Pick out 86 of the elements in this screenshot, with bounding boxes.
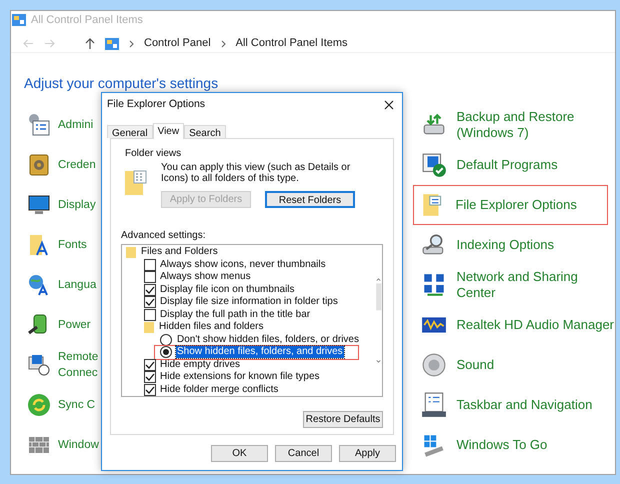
checkbox[interactable] bbox=[144, 284, 156, 296]
option-label: Display file size information in folder tips bbox=[160, 296, 338, 308]
tree-label: Files and Folders bbox=[141, 246, 218, 258]
monitor-icon bbox=[27, 193, 51, 217]
remote-computer-icon bbox=[27, 353, 51, 377]
speaker-icon bbox=[421, 352, 448, 378]
item-link[interactable]: Remote bbox=[58, 349, 98, 365]
item-row[interactable]: Default Programs bbox=[419, 145, 559, 185]
option-label: Always show menus bbox=[160, 271, 251, 284]
item-link[interactable]: Admini bbox=[58, 117, 94, 133]
item-link[interactable]: Backup and Restore bbox=[456, 109, 574, 125]
item-row[interactable]: Network and Sharing Center bbox=[419, 265, 579, 305]
item-row[interactable]: Sound bbox=[419, 345, 496, 385]
taskbar-icon bbox=[421, 392, 448, 418]
item-link[interactable]: Display bbox=[58, 197, 96, 213]
sync-icon bbox=[27, 393, 51, 417]
folder-icon bbox=[126, 246, 136, 258]
restore-defaults-button[interactable]: Restore Defaults bbox=[303, 411, 383, 428]
option-label: Display file icon on thumbnails bbox=[160, 284, 295, 296]
dialog-button[interactable]: OK bbox=[211, 445, 268, 462]
item-link[interactable]: Fonts bbox=[58, 237, 87, 253]
breadcrumb-link[interactable]: All Control Panel Items bbox=[236, 35, 348, 52]
option-label: Always show icons, never thumbnails bbox=[160, 258, 326, 271]
checkbox[interactable] bbox=[144, 384, 156, 396]
folder-icon bbox=[144, 322, 154, 333]
item-link[interactable]: Indexing Options bbox=[456, 237, 554, 253]
dialog-button[interactable]: Cancel bbox=[275, 445, 332, 462]
option-label: Don't show hidden files, folders, or drives bbox=[176, 334, 360, 346]
dialog-title: File Explorer Options bbox=[107, 97, 206, 112]
option-label: Hide empty drives bbox=[160, 358, 240, 371]
checkbox[interactable] bbox=[144, 271, 156, 284]
chevron-icon bbox=[220, 40, 226, 48]
item-link[interactable]: Creden bbox=[58, 157, 96, 173]
item-link[interactable]: Realtek HD Audio Manager bbox=[456, 317, 614, 333]
item-link[interactable]: Connec bbox=[58, 365, 98, 381]
group-label: Folder views bbox=[125, 147, 182, 161]
breadcrumb-link[interactable]: Control Panel bbox=[144, 35, 211, 52]
window-title: All Control Panel Items bbox=[31, 12, 143, 28]
radio-button[interactable] bbox=[160, 334, 172, 346]
checkbox[interactable] bbox=[144, 308, 156, 321]
advanced-settings-label: Advanced settings: bbox=[121, 229, 206, 243]
safe-icon bbox=[27, 153, 51, 177]
item-row[interactable]: Realtek HD Audio Manager bbox=[419, 305, 615, 345]
checkbox[interactable] bbox=[144, 371, 156, 384]
folder-views-text: You can apply this view (such as Details or Icons) to all folders of this type. bbox=[161, 162, 352, 184]
item-row[interactable]: Backup and Restore (Windows 7) bbox=[419, 105, 576, 145]
checkbox[interactable] bbox=[144, 296, 156, 308]
item-link[interactable]: Default Programs bbox=[456, 157, 558, 173]
item-link[interactable]: Window bbox=[58, 437, 99, 453]
item-link[interactable]: (Windows 7) bbox=[456, 125, 574, 141]
option-label: Display the full path in the title bar bbox=[160, 308, 310, 321]
item-link[interactable]: Power bbox=[58, 317, 91, 333]
checklist-gear-icon bbox=[27, 113, 51, 137]
up-arrow-icon[interactable] bbox=[85, 38, 95, 50]
item-link[interactable]: Windows To Go bbox=[456, 437, 548, 453]
globe-icon bbox=[27, 273, 51, 297]
radio-button[interactable] bbox=[160, 346, 172, 358]
item-row[interactable]: File Explorer Options bbox=[413, 185, 608, 225]
font-folder-icon bbox=[27, 233, 51, 257]
item-row[interactable]: Windows To Go bbox=[419, 425, 548, 465]
default-programs-icon bbox=[421, 152, 448, 178]
dialog-tab[interactable]: View bbox=[152, 123, 184, 139]
item-link[interactable]: Sound bbox=[456, 357, 494, 373]
page-heading: Adjust your computer's settings bbox=[24, 74, 218, 93]
control-panel-icon bbox=[105, 38, 119, 50]
option-label: Hide extensions for known file types bbox=[160, 371, 320, 384]
folder-button[interactable]: Reset Folders bbox=[265, 191, 355, 208]
dialog-tab[interactable]: General bbox=[107, 125, 153, 138]
close-icon[interactable] bbox=[384, 100, 394, 110]
tree-label: Hidden files and folders bbox=[159, 321, 264, 334]
dialog-tab[interactable]: Search bbox=[184, 125, 226, 138]
item-row[interactable]: Indexing Options bbox=[419, 225, 556, 265]
chevron-icon bbox=[129, 40, 134, 48]
item-link[interactable]: Center bbox=[456, 285, 578, 301]
item-link[interactable]: Sync C bbox=[58, 397, 96, 413]
option-label: Show hidden files, folders, and drives bbox=[176, 346, 344, 358]
option-label: Hide folder merge conflicts bbox=[160, 384, 278, 396]
dialog-button[interactable]: Apply bbox=[339, 445, 396, 462]
item-link[interactable]: Taskbar and Navigation bbox=[456, 397, 592, 413]
item-link[interactable]: Langua bbox=[58, 277, 96, 293]
settings-list[interactable] bbox=[121, 244, 383, 397]
checkbox[interactable] bbox=[144, 258, 156, 271]
item-link[interactable]: Network and Sharing bbox=[456, 269, 578, 285]
checkbox[interactable] bbox=[144, 358, 156, 371]
item-row[interactable]: Taskbar and Navigation bbox=[419, 385, 594, 425]
item-link[interactable]: File Explorer Options bbox=[455, 197, 577, 213]
